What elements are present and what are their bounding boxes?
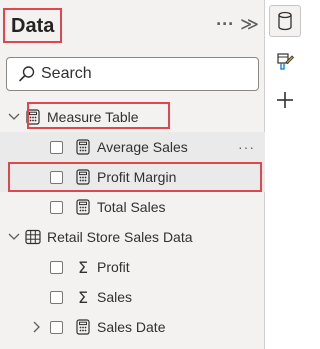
data-pane-button[interactable] — [269, 5, 301, 37]
calculator-icon — [75, 139, 91, 155]
field-checkbox[interactable] — [50, 290, 63, 304]
table-name: Measure Table — [47, 109, 139, 125]
header-actions: ··· ≫ — [216, 14, 259, 35]
field-name: Profit — [97, 259, 130, 275]
field-row-sales[interactable]: Σ Sales — [0, 282, 265, 312]
calculator-icon — [75, 169, 91, 185]
field-name: Total Sales — [97, 199, 166, 215]
add-pane-button[interactable] — [269, 84, 301, 116]
search-input[interactable]: Search — [6, 57, 259, 91]
field-name: Sales — [97, 289, 133, 305]
field-checkbox[interactable] — [50, 320, 63, 334]
chevron-down-icon[interactable] — [7, 110, 21, 124]
table-name: Retail Store Sales Data — [47, 229, 193, 245]
sigma-icon: Σ — [77, 287, 89, 307]
field-checkbox[interactable] — [50, 170, 63, 184]
table-row-retail-store-sales-data[interactable]: Retail Store Sales Data — [0, 222, 265, 252]
field-row-profit-margin[interactable]: Profit Margin — [0, 162, 265, 192]
search-icon — [19, 66, 35, 82]
field-row-average-sales[interactable]: Average Sales ··· — [0, 132, 265, 162]
calculator-icon — [75, 199, 91, 215]
format-brush-icon — [277, 53, 295, 70]
sigma-icon: Σ — [77, 257, 89, 277]
chevron-right-icon[interactable] — [30, 320, 44, 334]
plus-icon — [277, 92, 293, 108]
field-name: Profit Margin — [97, 169, 177, 185]
field-row-profit[interactable]: Σ Profit — [0, 252, 265, 282]
pane-title: Data — [3, 8, 63, 43]
field-row-sales-date[interactable]: Sales Date — [0, 312, 265, 342]
field-checkbox[interactable] — [50, 140, 63, 154]
table-row-measure-table[interactable]: Measure Table — [0, 102, 265, 132]
right-rail — [265, 0, 304, 349]
database-icon — [278, 11, 292, 31]
row-more-options-icon[interactable]: ··· — [238, 139, 255, 155]
field-name: Sales Date — [97, 319, 166, 335]
table-icon — [25, 229, 41, 245]
pane-header: Data ··· ≫ — [0, 0, 265, 52]
field-checkbox[interactable] — [50, 200, 63, 214]
search-placeholder: Search — [41, 65, 92, 82]
chevron-down-icon[interactable] — [7, 230, 21, 244]
calculator-icon — [75, 319, 91, 335]
more-options-icon[interactable]: ··· — [216, 14, 234, 35]
field-row-total-sales[interactable]: Total Sales — [0, 192, 265, 222]
field-name: Average Sales — [97, 139, 188, 155]
data-pane: Data ··· ≫ Search Measure Table Average … — [0, 0, 265, 349]
field-checkbox[interactable] — [50, 260, 63, 274]
collapse-pane-icon[interactable]: ≫ — [240, 14, 259, 35]
format-pane-button[interactable] — [269, 46, 301, 78]
calculator-icon — [25, 109, 41, 125]
